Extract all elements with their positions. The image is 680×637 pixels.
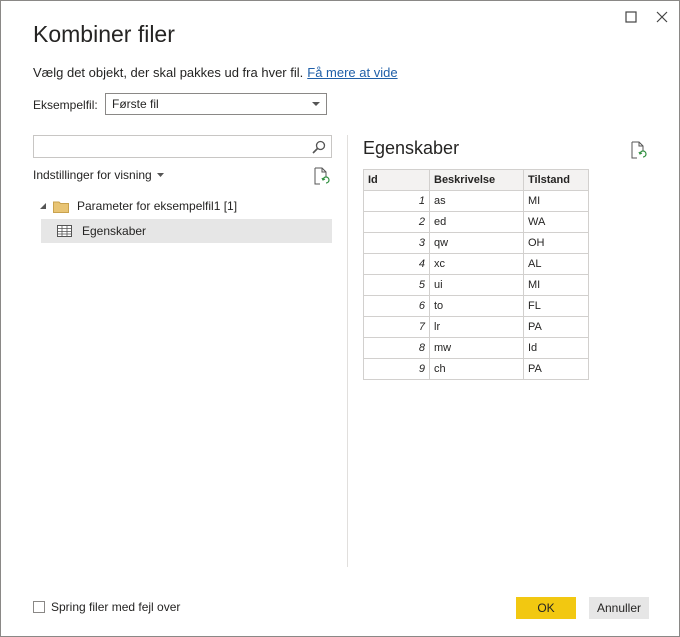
cell-beskrivelse: mw: [429, 337, 524, 359]
cell-beskrivelse: ch: [429, 358, 524, 380]
table-row: 9 ch PA: [363, 358, 589, 380]
combine-files-dialog: Kombiner filer Vælg det objekt, der skal…: [0, 0, 680, 637]
table-row: 6 to FL: [363, 295, 589, 317]
cell-id: 5: [363, 274, 430, 296]
cell-beskrivelse: to: [429, 295, 524, 317]
cell-tilstand: MI: [523, 190, 589, 212]
cell-tilstand: FL: [523, 295, 589, 317]
search-box: [33, 135, 332, 158]
skip-errors-checkbox[interactable]: [33, 601, 45, 613]
cell-tilstand: WA: [523, 211, 589, 233]
cell-tilstand: OH: [523, 232, 589, 254]
sample-file-selected: Første fil: [112, 97, 159, 111]
skip-errors-option[interactable]: Spring filer med fejl over: [33, 600, 180, 614]
view-options-label: Indstillinger for visning: [33, 168, 152, 182]
preview-table: Id Beskrivelse Tilstand 1 as MI 2 ed WA …: [363, 169, 589, 380]
close-icon: [656, 11, 668, 23]
cell-id: 1: [363, 190, 430, 212]
caret-down-icon: [156, 173, 164, 177]
refresh-icon: [314, 167, 330, 185]
cell-tilstand: MI: [523, 274, 589, 296]
cell-id: 9: [363, 358, 430, 380]
maximize-icon: [625, 11, 637, 23]
expand-triangle-icon[interactable]: [37, 202, 49, 210]
table-row: 2 ed WA: [363, 211, 589, 233]
folder-icon: [53, 201, 69, 213]
ok-button[interactable]: OK: [516, 597, 576, 619]
sample-file-label: Eksempelfil:: [33, 98, 98, 112]
table-icon: [57, 225, 72, 237]
search-input[interactable]: [38, 137, 303, 157]
cell-tilstand: AL: [523, 253, 589, 275]
cell-beskrivelse: as: [429, 190, 524, 212]
cell-beskrivelse: xc: [429, 253, 524, 275]
cell-id: 6: [363, 295, 430, 317]
table-row: 4 xc AL: [363, 253, 589, 275]
table-row: 1 as MI: [363, 190, 589, 212]
cancel-button[interactable]: Annuller: [589, 597, 649, 619]
column-header-tilstand[interactable]: Tilstand: [523, 169, 589, 191]
cell-beskrivelse: ui: [429, 274, 524, 296]
maximize-button[interactable]: [620, 7, 642, 27]
tree-folder-label: Parameter for eksempelfil1 [1]: [77, 199, 238, 213]
dialog-title: Kombiner filer: [33, 21, 175, 47]
cell-beskrivelse: ed: [429, 211, 524, 233]
view-options-dropdown[interactable]: Indstillinger for visning: [33, 168, 164, 182]
cell-beskrivelse: qw: [429, 232, 524, 254]
sample-file-dropdown[interactable]: Første fil: [105, 93, 327, 115]
cell-tilstand: Id: [523, 337, 589, 359]
dialog-subtitle: Vælg det objekt, der skal pakkes ud fra …: [33, 65, 398, 80]
learn-more-link[interactable]: Få mere at vide: [307, 65, 397, 80]
table-header-row: Id Beskrivelse Tilstand: [363, 169, 589, 191]
tree-folder-node[interactable]: Parameter for eksempelfil1 [1]: [37, 195, 237, 217]
cell-id: 8: [363, 337, 430, 359]
cell-id: 2: [363, 211, 430, 233]
table-row: 8 mw Id: [363, 337, 589, 359]
refresh-icon: [631, 141, 647, 159]
preview-title: Egenskaber: [363, 138, 460, 158]
cell-tilstand: PA: [523, 358, 589, 380]
close-button[interactable]: [651, 7, 673, 27]
cell-id: 3: [363, 232, 430, 254]
table-row: 3 qw OH: [363, 232, 589, 254]
cell-beskrivelse: lr: [429, 316, 524, 338]
column-header-id[interactable]: Id: [363, 169, 430, 191]
column-header-beskrivelse[interactable]: Beskrivelse: [429, 169, 524, 191]
search-icon[interactable]: [312, 140, 326, 154]
cell-tilstand: PA: [523, 316, 589, 338]
cell-id: 4: [363, 253, 430, 275]
skip-errors-label: Spring filer med fejl over: [51, 600, 181, 614]
table-row: 7 lr PA: [363, 316, 589, 338]
pane-divider: [347, 135, 348, 567]
subtitle-text: Vælg det objekt, der skal pakkes ud fra …: [33, 65, 304, 80]
table-row: 5 ui MI: [363, 274, 589, 296]
tree-item-label: Egenskaber: [82, 224, 147, 238]
refresh-preview-button[interactable]: [631, 141, 647, 164]
tree-item-egenskaber[interactable]: Egenskaber: [41, 219, 332, 243]
chevron-down-icon: [312, 102, 320, 106]
refresh-navigator-button[interactable]: [314, 167, 330, 190]
cell-id: 7: [363, 316, 430, 338]
